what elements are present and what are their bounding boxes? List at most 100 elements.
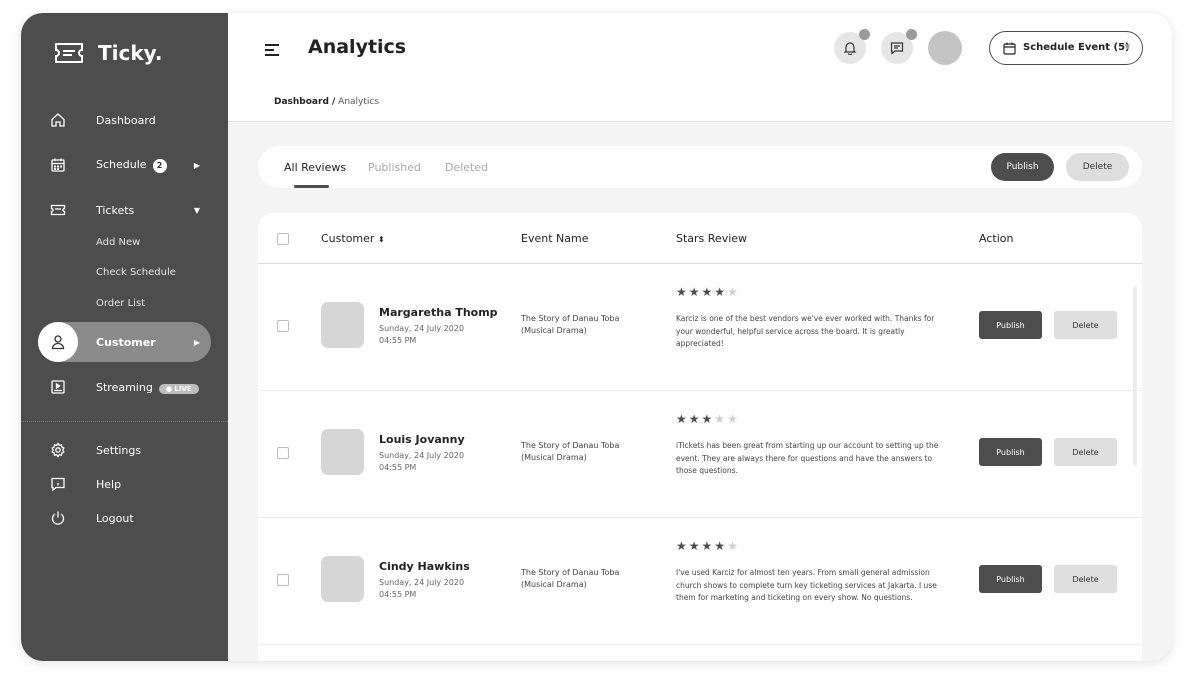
- calendar-icon: [51, 158, 65, 172]
- sidebar-item-label: Logout: [96, 511, 134, 525]
- delete-button[interactable]: Delete: [1054, 311, 1117, 339]
- active-tab-indicator: [294, 185, 329, 188]
- publish-button[interactable]: Publish: [979, 311, 1042, 339]
- schedule-event-button[interactable]: Schedule Event (5) ▼: [989, 31, 1143, 65]
- select-all-checkbox[interactable]: [277, 233, 289, 245]
- brand-name: Ticky.: [98, 41, 163, 65]
- table-scrollbar[interactable]: [1133, 286, 1137, 466]
- ticket-logo-icon: [55, 43, 83, 63]
- column-header-stars: Stars Review: [676, 232, 748, 245]
- customer-header-label: Customer: [321, 232, 375, 245]
- help-chat-icon: [51, 477, 65, 492]
- schedule-count-badge: 2: [152, 158, 167, 173]
- star-filled-icon: ★: [701, 285, 715, 299]
- sidebar-item-label: Dashboard: [96, 113, 156, 127]
- star-rating: ★★★★★: [676, 539, 740, 553]
- calendar-icon: [1003, 42, 1016, 55]
- sidebar-item-logout[interactable]: Logout: [21, 503, 228, 533]
- bulk-delete-button[interactable]: Delete: [1066, 153, 1129, 181]
- star-filled-icon: ★: [688, 539, 702, 553]
- star-filled-icon: ★: [676, 412, 689, 426]
- page-title: Analytics: [308, 36, 407, 58]
- notification-dot: [859, 29, 870, 40]
- sidebar-item-tickets[interactable]: Tickets ▼: [21, 195, 228, 225]
- sidebar-subitem-check-schedule[interactable]: Check Schedule: [96, 267, 176, 278]
- bulk-publish-button[interactable]: Publish: [991, 153, 1054, 181]
- star-empty-icon: ★: [727, 285, 740, 299]
- star-filled-icon: ★: [701, 412, 715, 426]
- sidebar-item-customer[interactable]: Customer ▶: [21, 327, 228, 357]
- sidebar-item-settings[interactable]: Settings: [21, 435, 228, 465]
- sidebar: Ticky. Dashboard Schedule 2 ▶ Tickets ▼ …: [21, 13, 228, 661]
- delete-button[interactable]: Delete: [1054, 438, 1117, 466]
- sidebar-subitem-order-list[interactable]: Order List: [96, 298, 145, 309]
- star-filled-icon: ★: [714, 285, 728, 299]
- column-header-customer[interactable]: Customer ⬍: [321, 232, 385, 245]
- home-icon: [51, 113, 65, 127]
- sidebar-item-label: Streaming ● LIVE: [96, 381, 199, 394]
- event-title: The Story of Danau Toba: [521, 441, 620, 450]
- table-row: Cindy Hawkins Sunday, 24 July 2020 04:55 …: [258, 519, 1142, 645]
- event-subtitle: (Musical Drama): [521, 453, 587, 462]
- event-name: The Story of Danau Toba (Musical Drama): [521, 567, 641, 591]
- star-filled-icon: ★: [688, 412, 702, 426]
- brand[interactable]: Ticky.: [54, 41, 162, 65]
- review-date-time: 04:55 PM: [379, 463, 417, 472]
- event-subtitle: (Musical Drama): [521, 326, 587, 335]
- user-icon: [51, 335, 65, 350]
- customer-avatar: [321, 556, 364, 602]
- review-date: Sunday, 24 July 2020 04:55 PM: [379, 450, 464, 474]
- customer-name: Louis Jovanny: [379, 433, 465, 446]
- schedule-event-label: Schedule Event (5): [1023, 42, 1130, 53]
- review-text: I've used Karciz for almost ten years. F…: [676, 568, 937, 602]
- menu-icon[interactable]: [264, 43, 280, 57]
- sidebar-item-help[interactable]: Help: [21, 469, 228, 499]
- chevron-right-icon: ▶: [193, 160, 200, 170]
- review-tabs-bar: All Reviews Published Deleted Publish De…: [258, 146, 1142, 188]
- review-date-time: 04:55 PM: [379, 590, 417, 599]
- star-empty-icon: ★: [714, 412, 728, 426]
- star-rating: ★★★★★: [676, 412, 740, 426]
- breadcrumb-current: Analytics: [335, 97, 380, 107]
- star-filled-icon: ★: [714, 539, 728, 553]
- publish-button[interactable]: Publish: [979, 438, 1042, 466]
- event-title: The Story of Danau Toba: [521, 314, 620, 323]
- column-header-event: Event Name: [521, 232, 589, 245]
- messages-button[interactable]: [881, 29, 917, 64]
- sidebar-item-streaming[interactable]: Streaming ● LIVE: [21, 372, 228, 402]
- notification-dot: [906, 29, 917, 40]
- sidebar-divider: [21, 421, 228, 422]
- reviews-table: Customer ⬍ Event Name Stars Review Actio…: [258, 213, 1142, 661]
- breadcrumb-root[interactable]: Dashboard /: [274, 97, 335, 107]
- sidebar-item-label: Tickets: [96, 203, 135, 217]
- star-filled-icon: ★: [676, 285, 689, 299]
- tab-all-reviews[interactable]: All Reviews: [284, 161, 346, 174]
- event-name: The Story of Danau Toba (Musical Drama): [521, 440, 641, 464]
- row-checkbox[interactable]: [277, 447, 289, 459]
- notifications-button[interactable]: [834, 29, 870, 64]
- sidebar-item-dashboard[interactable]: Dashboard: [21, 105, 228, 135]
- user-avatar[interactable]: [928, 31, 962, 65]
- customer-avatar: [321, 302, 364, 348]
- star-rating: ★★★★★: [676, 285, 740, 299]
- publish-button[interactable]: Publish: [979, 565, 1042, 593]
- sidebar-item-schedule[interactable]: Schedule 2 ▶: [21, 150, 228, 180]
- review-date-day: Sunday, 24 July 2020: [379, 578, 465, 587]
- review-date: Sunday, 24 July 2020 04:55 PM: [379, 323, 464, 347]
- chevron-right-icon: ▶: [193, 337, 200, 347]
- tab-deleted[interactable]: Deleted: [445, 161, 488, 174]
- main-content: Analytics Schedule Event (5) ▼ Dashboard…: [228, 13, 1172, 661]
- star-filled-icon: ★: [701, 539, 715, 553]
- breadcrumb: Dashboard / Analytics: [274, 97, 379, 107]
- row-checkbox[interactable]: [277, 574, 289, 586]
- star-empty-icon: ★: [727, 539, 740, 553]
- review-date-day: Sunday, 24 July 2020: [379, 324, 465, 333]
- tab-published[interactable]: Published: [368, 161, 421, 174]
- sidebar-subitem-add-new[interactable]: Add New: [96, 237, 140, 248]
- delete-button[interactable]: Delete: [1054, 565, 1117, 593]
- sort-icon: ⬍: [377, 235, 385, 244]
- schedule-label: Schedule: [96, 157, 147, 171]
- sidebar-item-label: Schedule 2: [96, 158, 167, 173]
- live-badge: ● LIVE: [158, 383, 199, 394]
- row-checkbox[interactable]: [277, 320, 289, 332]
